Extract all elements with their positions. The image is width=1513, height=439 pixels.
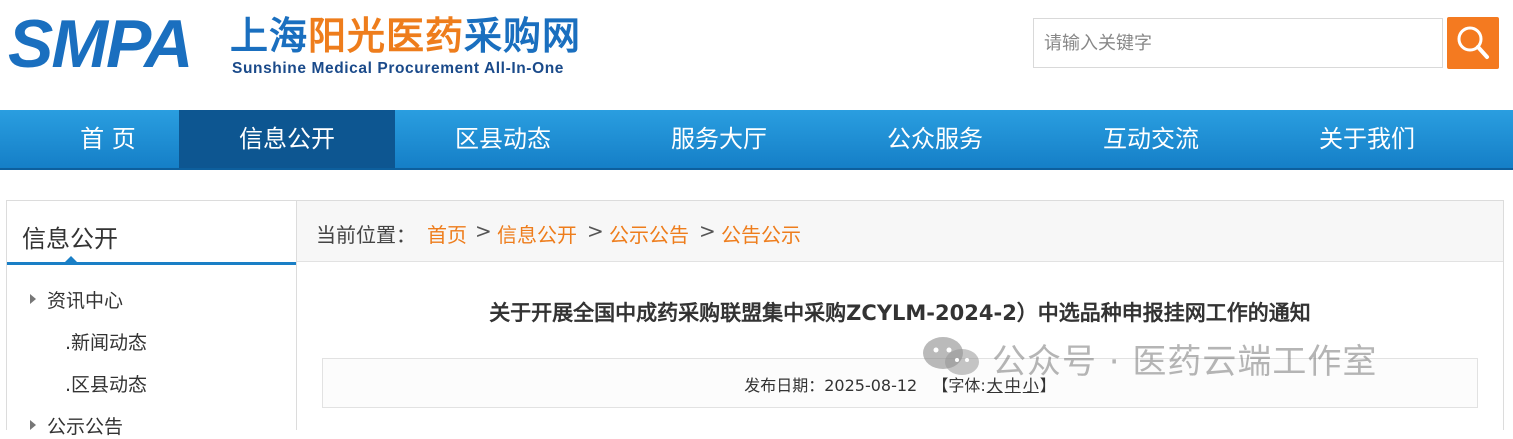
nav-item-public-service[interactable]: 公众服务 <box>827 110 1043 168</box>
logo-abbreviation: SMPA <box>8 6 193 82</box>
caret-up-icon <box>64 256 78 263</box>
publish-date-label: 发布日期： <box>744 376 825 395</box>
sidebar-item-district[interactable]: .区县动态 <box>65 370 147 397</box>
site-header: SMPA 上海阳光医药采购网 Sunshine Medical Procurem… <box>0 0 1513 110</box>
breadcrumb-separator: > <box>587 219 604 243</box>
search-input[interactable] <box>1033 18 1443 68</box>
sidebar: 信息公开 资讯中心 .新闻动态 .区县动态 公示公告 <box>6 200 297 438</box>
publish-date: 2025-08-12 <box>824 376 918 395</box>
breadcrumb-announcements[interactable]: 公示公告 <box>609 219 689 248</box>
breadcrumb-label: 当前位置： <box>316 223 416 247</box>
main-nav: 首 页 信息公开 区县动态 服务大厅 公众服务 互动交流 关于我们 <box>0 110 1513 170</box>
nav-item-interaction[interactable]: 互动交流 <box>1043 110 1259 168</box>
nav-item-district-news[interactable]: 区县动态 <box>395 110 611 168</box>
search-icon <box>1457 26 1489 59</box>
breadcrumb-separator: > <box>699 219 716 243</box>
breadcrumb-separator: > <box>475 219 492 243</box>
breadcrumb-info-disclosure[interactable]: 信息公开 <box>497 219 577 248</box>
breadcrumb: 当前位置： 首页 > 信息公开 > 公示公告 > 公告公示 <box>297 201 1503 262</box>
main-content: 当前位置： 首页 > 信息公开 > 公示公告 > 公告公示 关于开展全国中成药采… <box>297 200 1504 430</box>
nav-item-info-disclosure[interactable]: 信息公开 <box>179 110 395 168</box>
sidebar-item-announcements[interactable]: 公示公告 <box>47 412 123 439</box>
logo-chinese-name: 上海阳光医药采购网 <box>230 14 582 58</box>
site-logo[interactable]: SMPA 上海阳光医药采购网 Sunshine Medical Procurem… <box>8 8 638 80</box>
nav-item-service-hall[interactable]: 服务大厅 <box>611 110 827 168</box>
logo-english-name: Sunshine Medical Procurement All-In-One <box>232 60 565 77</box>
wechat-icon <box>923 337 979 375</box>
watermark-text: 公众号 · 医药云端工作室 <box>992 342 1378 382</box>
nav-item-about-us[interactable]: 关于我们 <box>1259 110 1475 168</box>
breadcrumb-notices[interactable]: 公告公示 <box>721 219 801 248</box>
font-size-label: 【字体: <box>932 376 986 395</box>
breadcrumb-home[interactable]: 首页 <box>427 219 467 248</box>
sidebar-item-news-center[interactable]: 资讯中心 <box>47 286 123 313</box>
triangle-right-icon <box>30 420 36 430</box>
article-title: 关于开展全国中成药采购联盟集中采购ZCYLM-2024-2）中选品种申报挂网工作… <box>489 301 1311 325</box>
sidebar-item-news[interactable]: .新闻动态 <box>65 328 147 355</box>
sidebar-title-underline <box>7 262 296 265</box>
sidebar-title: 信息公开 <box>22 225 118 253</box>
triangle-right-icon <box>30 294 36 304</box>
search-button[interactable] <box>1447 17 1499 69</box>
